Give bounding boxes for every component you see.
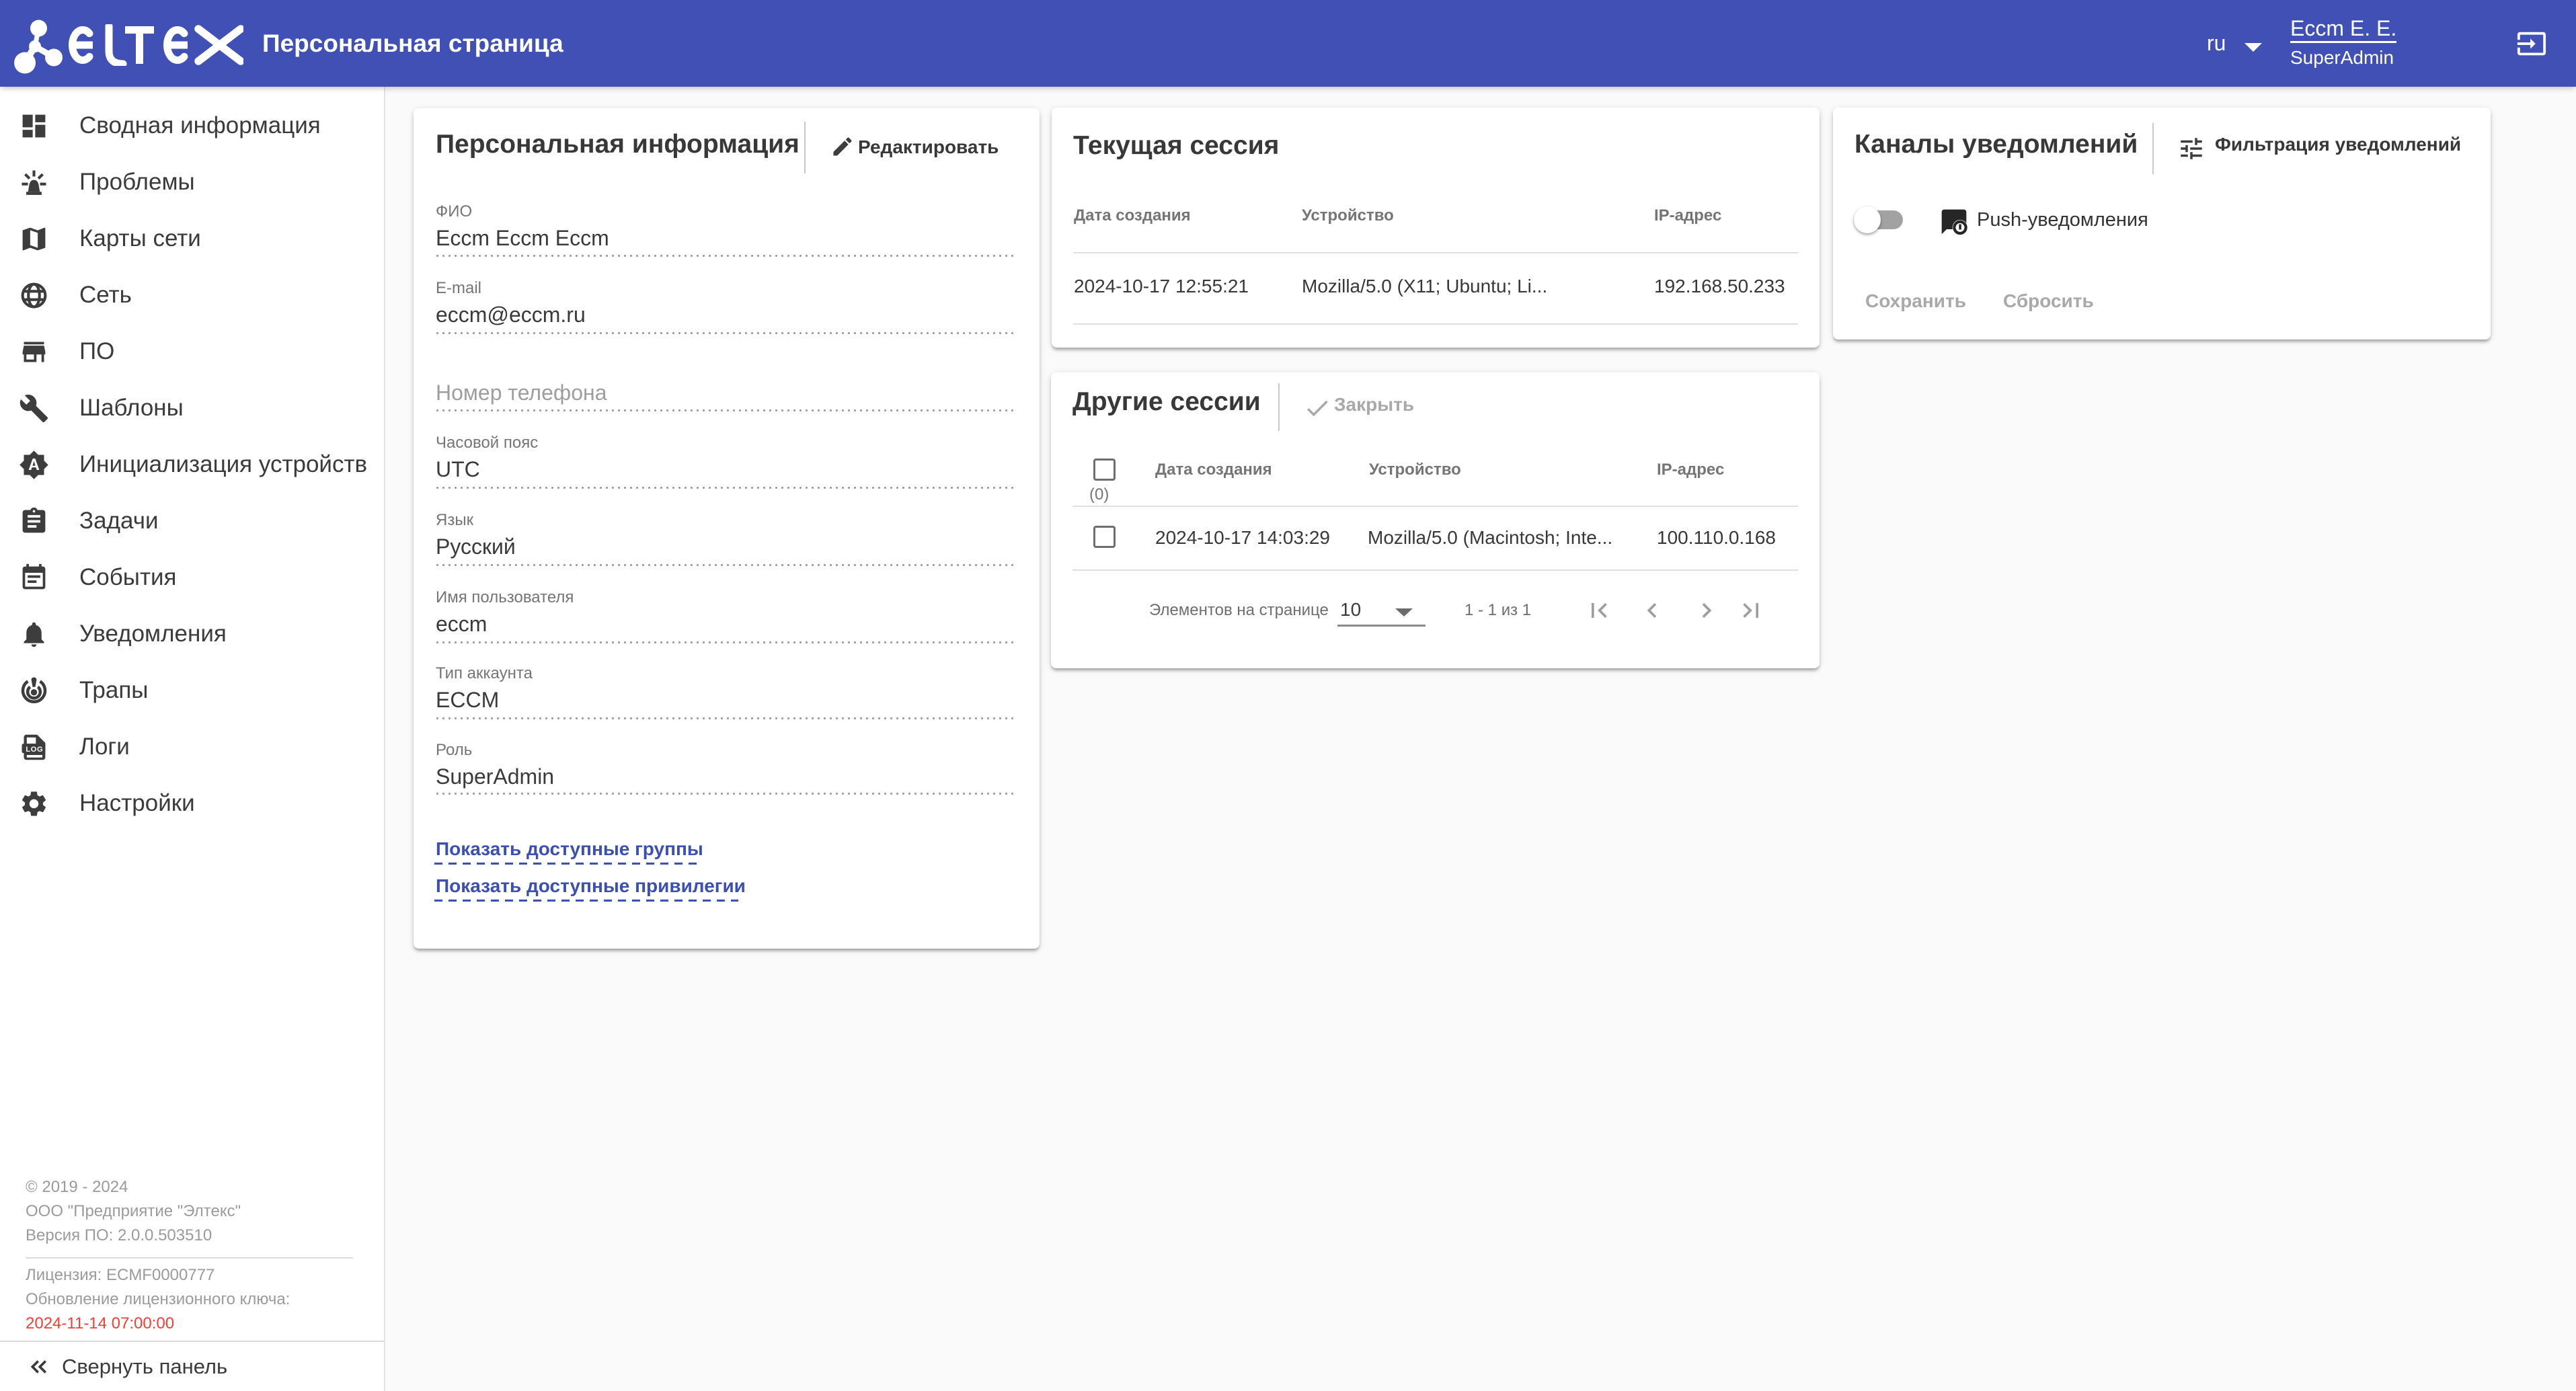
svg-text:LOG: LOG xyxy=(26,745,43,753)
